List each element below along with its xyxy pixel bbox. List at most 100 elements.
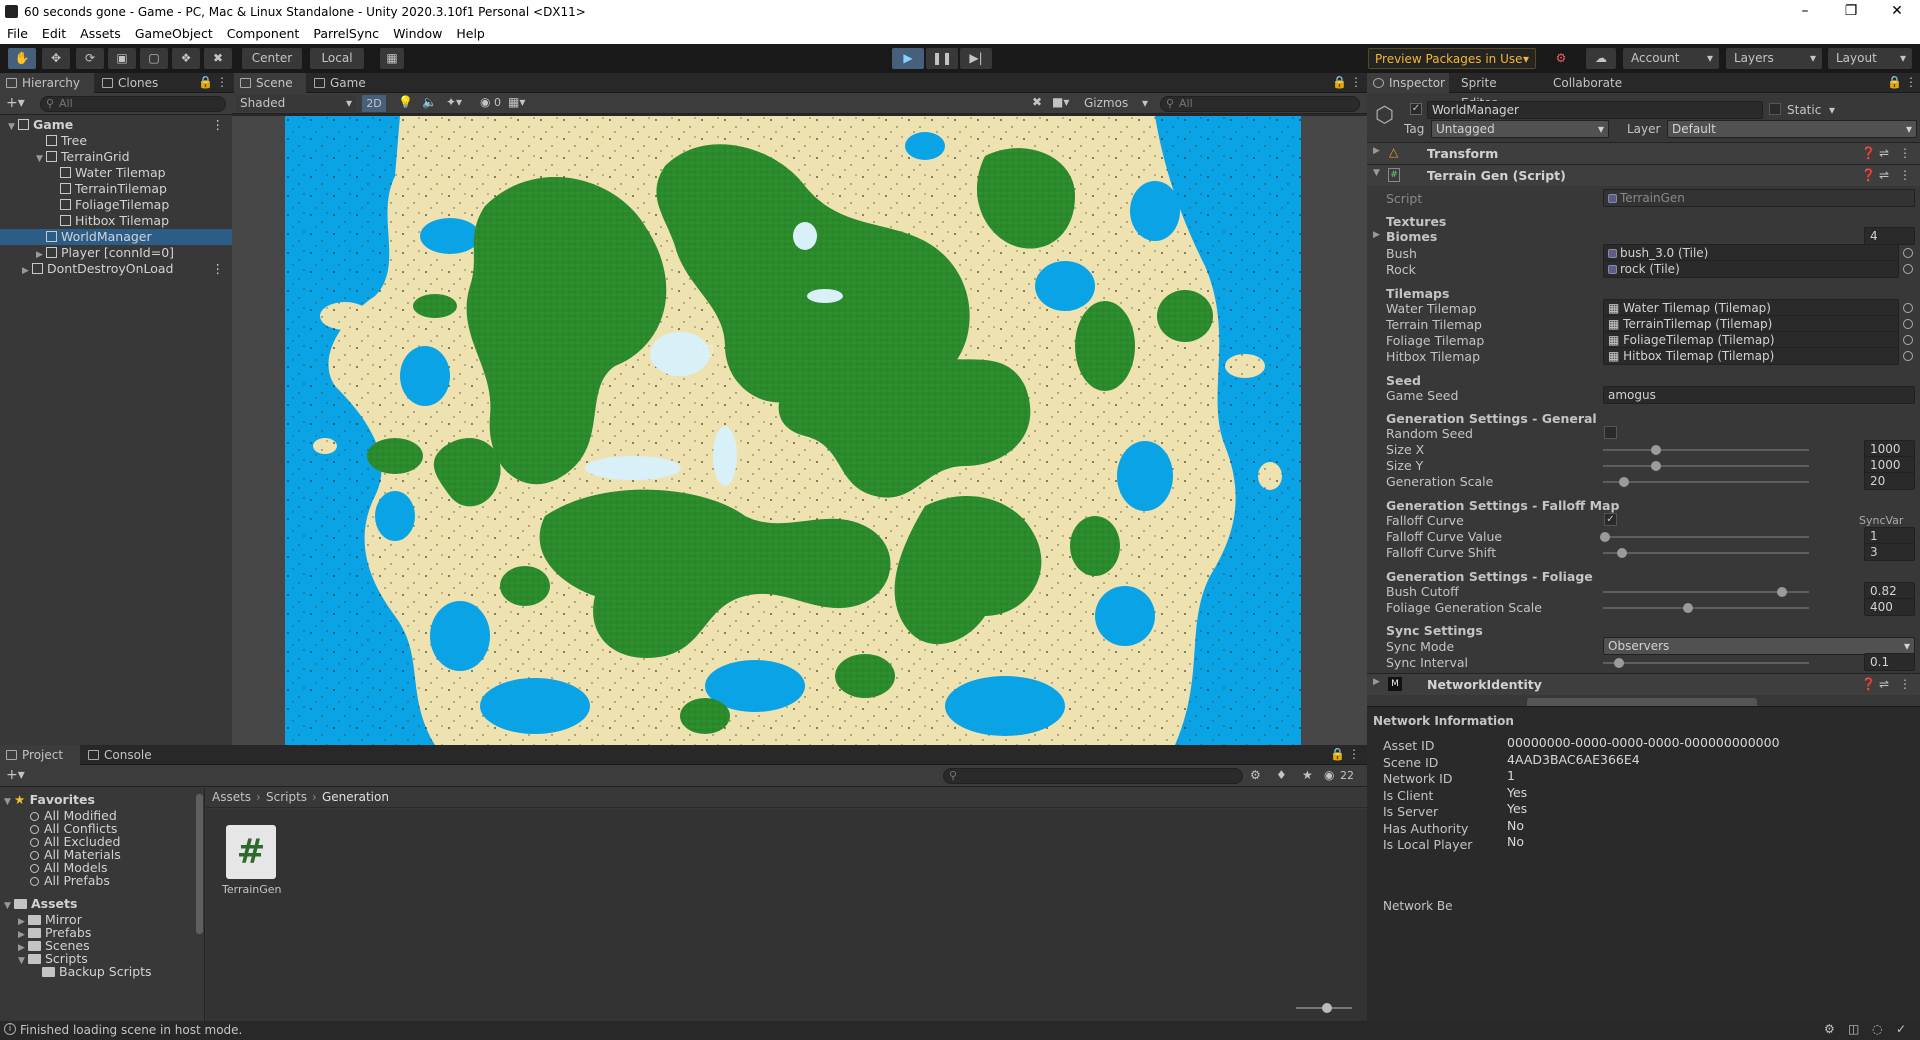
falloff-value-slider-handle[interactable]: [1600, 532, 1610, 542]
random-seed-checkbox[interactable]: [1604, 426, 1617, 439]
transform-component-header[interactable]: ▶ △ Transform ❓ ⇌ ⋮: [1367, 142, 1920, 164]
progress-icon[interactable]: ◌: [1872, 1022, 1882, 1036]
csharp-script-icon[interactable]: #: [226, 825, 276, 879]
size-x-slider-handle[interactable]: [1651, 445, 1661, 455]
rect-tool-button[interactable]: ▢: [140, 48, 168, 69]
maximize-button[interactable]: ❐: [1828, 0, 1874, 24]
static-checkbox[interactable]: [1769, 103, 1781, 115]
shading-mode-dropdown[interactable]: Shaded ▾: [236, 95, 356, 112]
play-button[interactable]: ▶: [892, 48, 924, 69]
lighting-icon[interactable]: 💡: [398, 95, 413, 109]
hierarchy-item[interactable]: ▼ TerrainGrid: [0, 149, 232, 165]
tag-dropdown[interactable]: Untagged ▾: [1431, 120, 1609, 138]
expand-arrow-icon[interactable]: ▶: [1373, 677, 1380, 687]
bug-button[interactable]: ⚙: [1548, 48, 1574, 69]
tab-sprite-editor[interactable]: Sprite Editor: [1451, 73, 1541, 110]
network-identity-component-header[interactable]: ▶ M NetworkIdentity ❓ ⇌ ⋮: [1367, 673, 1920, 695]
breadcrumb-generation[interactable]: Generation: [322, 790, 389, 804]
pivot-center-button[interactable]: Center: [242, 48, 302, 69]
presets-icon[interactable]: ⇌: [1879, 168, 1889, 182]
preview-packages-button[interactable]: Preview Packages in Use ▾: [1368, 48, 1536, 69]
camera-icon[interactable]: ■▾: [1052, 95, 1069, 109]
help-icon[interactable]: ❓: [1861, 677, 1876, 691]
component-menu-icon[interactable]: ⋮: [1899, 168, 1911, 182]
tab-collaborate[interactable]: Collaborate: [1547, 73, 1637, 93]
collab-icon[interactable]: ✓: [1896, 1022, 1906, 1036]
hitbox-tilemap-field[interactable]: ▦ Hitbox Tilemap (Tilemap): [1603, 347, 1899, 365]
chevron-down-icon[interactable]: ▾: [1829, 103, 1835, 117]
lock-icon[interactable]: 🔒: [1332, 75, 1347, 89]
tab-game[interactable]: Game: [308, 73, 378, 93]
object-picker-icon[interactable]: [1903, 264, 1913, 274]
object-picker-icon[interactable]: [1903, 248, 1913, 258]
add-icon[interactable]: +▾: [6, 95, 25, 111]
generation-scale-field[interactable]: 20: [1864, 472, 1915, 490]
object-picker-icon[interactable]: [1903, 351, 1913, 361]
effects-icon[interactable]: ✦▾: [446, 95, 462, 109]
tools-icon[interactable]: ✖: [1032, 95, 1042, 109]
tab-hierarchy[interactable]: Hierarchy: [0, 73, 94, 93]
hierarchy-search-input[interactable]: ⚲ All: [40, 96, 226, 112]
tab-clones-manager[interactable]: Clones Mana: [96, 73, 186, 110]
lock-icon[interactable]: 🔒: [198, 75, 213, 89]
presets-icon[interactable]: ⇌: [1879, 146, 1889, 160]
grid-toggle-icon[interactable]: ▦▾: [508, 95, 525, 109]
rock-tile-field[interactable]: rock (Tile): [1603, 260, 1899, 278]
presets-icon[interactable]: ⇌: [1879, 677, 1889, 691]
menu-component[interactable]: Component: [220, 24, 307, 44]
folder-item[interactable]: Backup Scripts: [32, 964, 152, 980]
tab-scene[interactable]: Scene: [234, 73, 306, 93]
menu-window[interactable]: Window: [386, 24, 449, 44]
bush-cutoff-slider-handle[interactable]: [1777, 587, 1787, 597]
game-seed-input[interactable]: amogus: [1603, 386, 1915, 404]
hierarchy-item[interactable]: Water Tilemap: [0, 165, 232, 181]
custom-tool-button[interactable]: ✖: [204, 48, 232, 69]
minimize-button[interactable]: –: [1782, 0, 1828, 24]
terrain-gen-component-header[interactable]: ▼ # Terrain Gen (Script) ❓ ⇌ ⋮: [1367, 164, 1920, 186]
more-menu-icon[interactable]: ⋮: [212, 117, 225, 133]
more-menu-icon[interactable]: ⋮: [1905, 75, 1917, 89]
tab-console[interactable]: Console: [82, 745, 162, 765]
expand-arrow-icon[interactable]: ▶: [1373, 230, 1380, 240]
more-menu-icon[interactable]: ⋮: [1348, 747, 1360, 761]
grid-snap-button[interactable]: ▦: [380, 48, 404, 69]
debug-icon[interactable]: ⚙: [1824, 1022, 1835, 1036]
transform-tool-button[interactable]: ❖: [172, 48, 200, 69]
expand-arrow-icon[interactable]: ▶: [1373, 146, 1380, 156]
more-menu-icon[interactable]: ⋮: [212, 261, 225, 277]
hierarchy-item[interactable]: ▶ Player [connId=0]: [0, 245, 232, 261]
component-menu-icon[interactable]: ⋮: [1899, 677, 1911, 691]
hierarchy-item[interactable]: ▶ DontDestroyOnLoad ⋮: [0, 261, 232, 277]
biomes-label[interactable]: Biomes: [1386, 229, 1437, 244]
object-picker-icon[interactable]: [1903, 335, 1913, 345]
status-message[interactable]: Finished loading scene in host mode.: [20, 1023, 242, 1037]
filter-label-icon[interactable]: ♦: [1276, 768, 1287, 782]
hierarchy-item[interactable]: WorldManager: [0, 229, 232, 245]
menu-assets[interactable]: Assets: [73, 24, 128, 44]
object-name-field[interactable]: WorldManager: [1427, 101, 1763, 119]
move-tool-button[interactable]: ✥: [42, 48, 70, 69]
tab-inspector[interactable]: Inspector: [1367, 73, 1449, 93]
cloud-button[interactable]: ☁: [1586, 48, 1616, 69]
falloff-shift-slider-handle[interactable]: [1617, 548, 1627, 558]
scene-viewport[interactable]: [232, 116, 1367, 745]
step-button[interactable]: ▶|: [960, 48, 992, 69]
menu-parrelsync[interactable]: ParrelSync: [306, 24, 386, 44]
menu-file[interactable]: File: [0, 24, 35, 44]
mode-2d-toggle[interactable]: 2D: [362, 95, 386, 112]
falloff-value-slider-track[interactable]: [1603, 536, 1809, 538]
scene-search-input[interactable]: ⚲ All: [1160, 96, 1360, 112]
terrain-gen-file-label[interactable]: TerrainGen: [222, 883, 282, 896]
help-icon[interactable]: ❓: [1861, 146, 1876, 160]
foliage-scale-slider-track[interactable]: [1603, 607, 1809, 609]
scale-tool-button[interactable]: ▣: [108, 48, 136, 69]
icon-size-slider-handle[interactable]: [1322, 1003, 1332, 1013]
foliage-scale-field[interactable]: 400: [1864, 598, 1915, 616]
tab-project[interactable]: Project: [0, 745, 80, 765]
active-checkbox[interactable]: ✓: [1410, 103, 1422, 115]
menu-edit[interactable]: Edit: [35, 24, 73, 44]
component-menu-icon[interactable]: ⋮: [1899, 146, 1911, 160]
hand-tool-button[interactable]: ✋: [8, 48, 36, 69]
project-search-input[interactable]: ⚲: [943, 768, 1243, 784]
hierarchy-item[interactable]: Hitbox Tilemap: [0, 213, 232, 229]
